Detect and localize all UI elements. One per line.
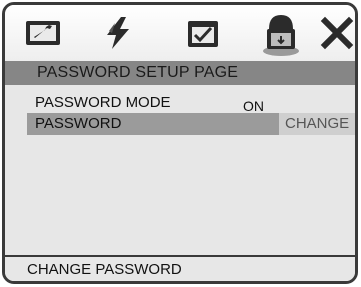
menu-item-label: PASSWORD — [35, 115, 122, 132]
setup-menu-window: PASSWORD SETUP PAGE PASSWORD MODE ON PAS… — [2, 2, 358, 284]
menu-item-label: PASSWORD MODE — [35, 94, 171, 111]
preference-setup-icon[interactable] — [183, 13, 223, 53]
page-title: PASSWORD SETUP PAGE — [5, 61, 355, 85]
exit-icon[interactable] — [317, 13, 355, 53]
password-lock-icon[interactable] — [260, 11, 302, 57]
menu-item-password-mode[interactable]: PASSWORD MODE ON — [27, 92, 355, 114]
audio-setup-icon[interactable] — [99, 13, 139, 53]
change-option[interactable]: CHANGE — [279, 113, 355, 135]
toolbar — [5, 5, 355, 61]
status-hint: CHANGE PASSWORD — [5, 255, 355, 281]
system-setup-icon[interactable] — [23, 13, 63, 53]
menu-item-password[interactable]: PASSWORD CHANGE — [27, 113, 355, 135]
